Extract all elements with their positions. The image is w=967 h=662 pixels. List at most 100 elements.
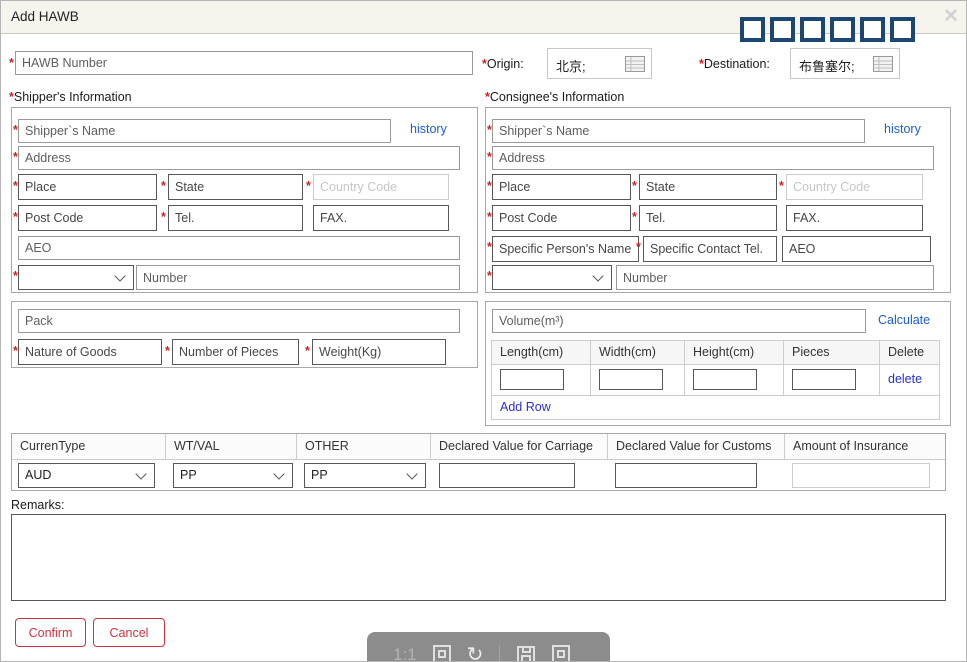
consignee-post-code-input[interactable] [492, 205, 631, 231]
col-other: OTHER [297, 434, 431, 459]
shipper-history-link[interactable]: history [410, 122, 447, 136]
destination-label: *Destination: [699, 57, 770, 71]
consignee-id-type-select[interactable] [492, 265, 612, 290]
delete-row-link[interactable]: delete [888, 372, 922, 386]
origin-lookup-icon[interactable] [625, 56, 645, 72]
shipper-country-code-required-marker: * [306, 179, 311, 193]
pieces-input[interactable] [792, 369, 856, 390]
col-pieces: Pieces [784, 341, 880, 364]
shipper-id-number-input[interactable] [136, 265, 460, 290]
width-input[interactable] [599, 369, 663, 390]
weight-required-marker: * [305, 344, 310, 358]
shipper-post-code-input[interactable] [18, 205, 157, 231]
consignee-country-code-required-marker: * [779, 179, 784, 193]
consignee-specific-tel-input[interactable] [643, 236, 777, 262]
charges-table-header: CurrenType WT/VAL OTHER Declared Value f… [12, 434, 945, 460]
pack-input[interactable] [18, 309, 460, 333]
wt-val-select[interactable]: PP [173, 463, 293, 488]
origin-label: *Origin: [482, 57, 524, 71]
calculate-link[interactable]: Calculate [878, 313, 930, 327]
chevron-down-icon [592, 270, 603, 281]
shipper-tel-required-marker: * [161, 210, 166, 224]
shipper-state-input[interactable] [168, 174, 303, 200]
chevron-down-icon [273, 468, 284, 479]
pieces-required-marker: * [165, 344, 170, 358]
col-wt-val: WT/VAL [166, 434, 297, 459]
remarks-textarea[interactable] [11, 514, 946, 601]
shipper-state-required-marker: * [161, 179, 166, 193]
shipper-name-input[interactable] [18, 119, 391, 143]
nature-of-goods-input[interactable] [18, 339, 162, 365]
volume-panel: Calculate Length(cm) Width(cm) Height(cm… [485, 301, 951, 426]
destination-picker[interactable]: 布鲁塞尔; [790, 48, 900, 79]
consignee-tel-input[interactable] [639, 205, 777, 231]
weight-input[interactable] [312, 339, 446, 365]
other-select[interactable]: PP [304, 463, 426, 488]
volume-input[interactable] [492, 309, 866, 333]
consignee-contact-tel-required-marker: * [636, 240, 641, 254]
declared-customs-input[interactable] [615, 463, 757, 488]
consignee-tel-required-marker: * [632, 210, 637, 224]
rotate-icon[interactable]: ↻ [467, 645, 484, 662]
consignee-fax-input[interactable] [786, 205, 923, 231]
shipper-place-input[interactable] [18, 174, 157, 200]
hawb-number-input[interactable] [15, 51, 473, 75]
shipper-address-input[interactable] [18, 146, 460, 170]
pack-panel: * * * [11, 301, 478, 368]
number-of-pieces-input[interactable] [172, 339, 299, 365]
fullscreen-icon[interactable] [552, 645, 570, 662]
destination-value: 布鲁塞尔; [799, 56, 855, 75]
declared-carriage-input[interactable] [439, 463, 575, 488]
col-length: Length(cm) [492, 341, 591, 364]
height-input[interactable] [693, 369, 757, 390]
shipper-id-type-select[interactable] [18, 265, 134, 290]
consignee-country-code-input[interactable] [786, 174, 923, 200]
consignee-state-required-marker: * [632, 179, 637, 193]
dimensions-table: Length(cm) Width(cm) Height(cm) Pieces D… [491, 340, 940, 420]
consignee-address-input[interactable] [492, 146, 934, 170]
chevron-down-icon [114, 270, 125, 281]
consignee-history-link[interactable]: history [884, 122, 921, 136]
shipper-aeo-input[interactable] [18, 236, 460, 260]
shipper-country-code-input[interactable] [313, 174, 449, 200]
origin-picker[interactable]: 北京; [547, 48, 652, 79]
destination-lookup-icon[interactable] [873, 56, 893, 72]
confirm-button[interactable]: Confirm [15, 618, 86, 647]
col-amount-insurance: Amount of Insurance [785, 434, 945, 459]
consignee-state-input[interactable] [639, 174, 777, 200]
save-icon[interactable] [516, 645, 536, 662]
wt-val-value: PP [180, 468, 197, 482]
shipper-panel: * history * * * * * * * [11, 107, 478, 293]
hawb-required-marker: * [9, 56, 14, 70]
remarks-label: Remarks: [11, 498, 64, 512]
fit-screen-icon[interactable] [433, 645, 451, 662]
shipper-tel-input[interactable] [168, 205, 303, 231]
col-declared-customs: Declared Value for Customs [608, 434, 785, 459]
dialog-title: Add HAWB [11, 1, 79, 33]
amount-insurance-input[interactable] [792, 463, 930, 488]
shipper-fax-input[interactable] [313, 205, 449, 231]
col-height: Height(cm) [685, 341, 784, 364]
glyph-box [860, 17, 885, 42]
cancel-button[interactable]: Cancel [93, 618, 165, 647]
length-input[interactable] [500, 369, 564, 390]
consignee-specific-person-input[interactable] [492, 236, 639, 262]
consignee-place-input[interactable] [492, 174, 631, 200]
curren-type-select[interactable]: AUD [18, 463, 155, 488]
zoom-1to1-button[interactable]: 1:1 [393, 645, 417, 662]
close-icon[interactable]: ✕ [943, 5, 959, 28]
consignee-aeo-input[interactable] [782, 236, 931, 262]
glyph-box [740, 17, 765, 42]
chevron-down-icon [406, 468, 417, 479]
add-row-link[interactable]: Add Row [500, 400, 551, 414]
col-curren-type: CurrenType [12, 434, 166, 459]
glyph-box-row [740, 17, 915, 42]
consignee-name-input[interactable] [492, 119, 865, 143]
col-declared-carriage: Declared Value for Carriage [431, 434, 608, 459]
glyph-box [800, 17, 825, 42]
add-hawb-dialog: Add HAWB ✕ * *Origin: 北京; *Destination: … [0, 0, 967, 662]
consignee-panel: * history * * * * * * * * * [485, 107, 951, 293]
chevron-down-icon [135, 468, 146, 479]
origin-value: 北京; [556, 56, 586, 75]
consignee-id-number-input[interactable] [616, 265, 934, 290]
